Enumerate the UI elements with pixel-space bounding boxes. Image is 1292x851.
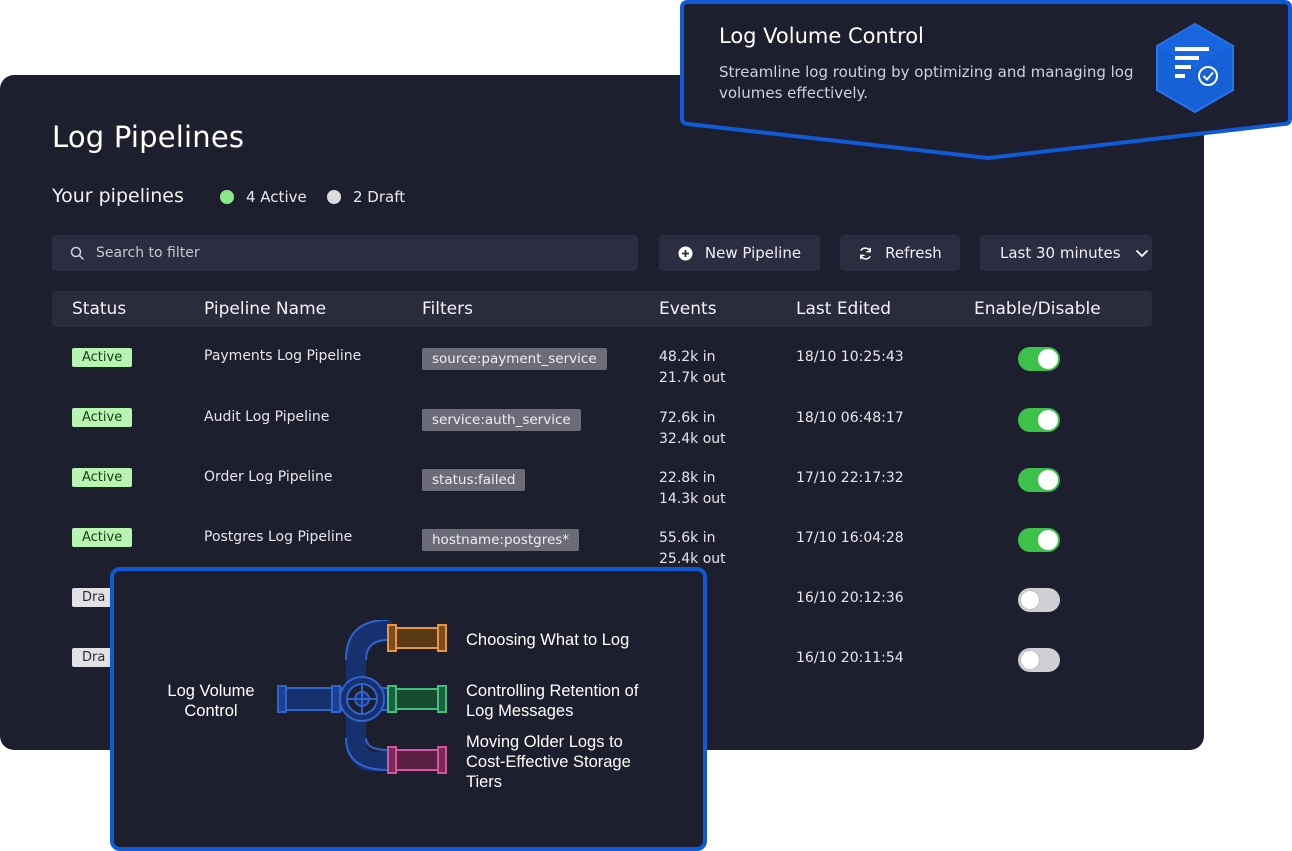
refresh-icon bbox=[858, 246, 873, 261]
status-badge: Dra bbox=[72, 648, 116, 667]
events-out: 32.4k out bbox=[659, 431, 726, 447]
events-cell: 48.2k in 21.7k out bbox=[659, 347, 726, 389]
events-cell: 55.6k in 25.4k out bbox=[659, 528, 726, 570]
search-icon bbox=[70, 246, 84, 260]
toggle-knob bbox=[1038, 530, 1058, 550]
page-title: Log Pipelines bbox=[52, 120, 245, 154]
filter-chip: hostname:postgres* bbox=[422, 529, 580, 551]
branch-line: Cost-Effective Storage bbox=[466, 753, 631, 771]
events-in: 48.2k in bbox=[659, 349, 716, 365]
events-cell: 72.6k in 32.4k out bbox=[659, 408, 726, 450]
header-filters: Filters bbox=[422, 299, 473, 319]
last-edited: 18/10 10:25:43 bbox=[796, 349, 904, 365]
last-edited: 16/10 20:12:36 bbox=[796, 590, 904, 606]
enable-toggle[interactable] bbox=[1018, 347, 1060, 371]
events-out: 21.7k out bbox=[659, 370, 726, 386]
status-badge: Dra bbox=[72, 588, 116, 607]
branch-line: Controlling Retention of bbox=[466, 682, 639, 700]
enable-toggle[interactable] bbox=[1018, 648, 1060, 672]
events-in: 55.6k in bbox=[659, 530, 716, 546]
pipeline-name[interactable]: Postgres Log Pipeline bbox=[204, 529, 352, 545]
branch-label-3: Moving Older Logs to Cost-Effective Stor… bbox=[466, 732, 631, 792]
last-edited: 18/10 06:48:17 bbox=[796, 410, 904, 426]
branch-line: Tiers bbox=[466, 773, 503, 791]
refresh-label: Refresh bbox=[885, 244, 942, 262]
branch-label-2: Controlling Retention of Log Messages bbox=[466, 681, 638, 721]
branch-label-1: Choosing What to Log bbox=[466, 630, 629, 650]
pipe-diagram bbox=[277, 620, 447, 774]
time-range-label: Last 30 minutes bbox=[1000, 244, 1121, 262]
branch-line: Moving Older Logs to bbox=[466, 733, 623, 751]
last-edited: 16/10 20:11:54 bbox=[796, 650, 904, 666]
last-edited: 17/10 22:17:32 bbox=[796, 470, 904, 486]
status-badge: Active bbox=[72, 528, 133, 547]
draft-counter: 2 Draft bbox=[327, 188, 405, 206]
time-range-select[interactable]: Last 30 minutes bbox=[980, 235, 1152, 271]
branch-line: Log Messages bbox=[466, 702, 574, 720]
callout-title: Log Volume Control bbox=[719, 24, 924, 48]
filter-chip: source:payment_service bbox=[422, 348, 607, 370]
new-pipeline-label: New Pipeline bbox=[704, 244, 802, 262]
search-input[interactable] bbox=[94, 244, 618, 262]
enable-toggle[interactable] bbox=[1018, 588, 1060, 612]
pipeline-name[interactable]: Order Log Pipeline bbox=[204, 469, 332, 485]
toggle-knob bbox=[1038, 470, 1058, 490]
center-label-line: Control bbox=[184, 702, 238, 720]
status-badge: Active bbox=[72, 348, 133, 367]
refresh-button[interactable]: Refresh bbox=[840, 235, 960, 271]
chevron-down-icon bbox=[1135, 249, 1149, 258]
pipeline-name[interactable]: Payments Log Pipeline bbox=[204, 348, 361, 364]
events-cell: 22.8k in 14.3k out bbox=[659, 468, 726, 510]
active-counter: 4 Active bbox=[220, 188, 307, 206]
draft-dot-icon bbox=[327, 190, 341, 204]
toggle-knob bbox=[1038, 410, 1058, 430]
status-badge: Active bbox=[72, 468, 133, 487]
header-status: Status bbox=[72, 299, 127, 319]
header-events: Events bbox=[659, 299, 717, 319]
center-label-line: Log Volume bbox=[167, 682, 255, 700]
status-badge: Active bbox=[72, 408, 133, 427]
enable-toggle[interactable] bbox=[1018, 468, 1060, 492]
enable-toggle[interactable] bbox=[1018, 408, 1060, 432]
draft-count: 2 Draft bbox=[353, 188, 406, 206]
branch-line: Choosing What to Log bbox=[466, 631, 630, 649]
active-dot-icon bbox=[220, 190, 234, 204]
filter-chip: service:auth_service bbox=[422, 409, 581, 431]
header-last-edited: Last Edited bbox=[796, 299, 891, 319]
pipeline-name[interactable]: Audit Log Pipeline bbox=[204, 409, 329, 425]
new-pipeline-button[interactable]: New Pipeline bbox=[659, 235, 820, 271]
diagram-center-label: Log Volume Control bbox=[156, 681, 266, 721]
callout-text: Streamline log routing by optimizing and… bbox=[719, 63, 1134, 102]
active-count: 4 Active bbox=[246, 188, 307, 206]
plus-circle-icon bbox=[678, 246, 693, 261]
filter-chip: status:failed bbox=[422, 469, 526, 491]
header-enable-disable: Enable/Disable bbox=[974, 299, 1101, 319]
pipelines-subtitle: Your pipelines bbox=[52, 185, 184, 207]
toggle-knob bbox=[1020, 590, 1040, 610]
search-bar[interactable] bbox=[52, 235, 638, 271]
toggle-knob bbox=[1020, 650, 1040, 670]
log-filter-check-icon bbox=[1156, 22, 1234, 114]
header-pipeline-name: Pipeline Name bbox=[204, 299, 327, 319]
events-in: 72.6k in bbox=[659, 410, 716, 426]
events-in: 22.8k in bbox=[659, 470, 716, 486]
toggle-knob bbox=[1038, 349, 1058, 369]
last-edited: 17/10 16:04:28 bbox=[796, 530, 904, 546]
events-out: 14.3k out bbox=[659, 491, 726, 507]
enable-toggle[interactable] bbox=[1018, 528, 1060, 552]
